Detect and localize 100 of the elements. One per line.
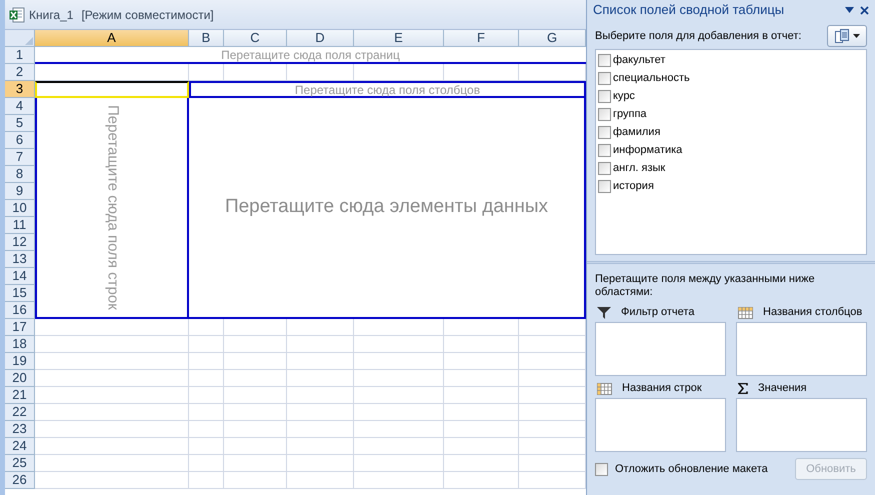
table-cell: [287, 387, 354, 404]
row-header[interactable]: 19: [5, 353, 35, 370]
field-name[interactable]: специальность: [613, 70, 690, 86]
fields-prompt: Выберите поля для добавления в отчет:: [595, 28, 802, 44]
corner-triangle-icon: [25, 37, 33, 45]
row-header[interactable]: 17: [5, 319, 35, 336]
table-cell: [189, 472, 224, 489]
field-checkbox[interactable]: [598, 90, 611, 102]
table-cell: [189, 353, 224, 370]
close-icon[interactable]: [860, 6, 869, 14]
table-cell: [224, 387, 287, 404]
area-drop-box[interactable]: [595, 322, 726, 376]
field-name[interactable]: история: [613, 178, 654, 194]
table-cell: [189, 370, 224, 387]
field-checkbox[interactable]: [598, 180, 611, 192]
layout-options-button[interactable]: [827, 25, 867, 47]
table-cell: [287, 336, 354, 353]
row-header[interactable]: 7: [5, 149, 35, 166]
table-cell: [224, 421, 287, 438]
column-header[interactable]: A: [35, 30, 189, 47]
field-name[interactable]: группа: [613, 106, 647, 122]
area-drop-box[interactable]: [595, 398, 726, 452]
field-name[interactable]: информатика: [613, 142, 682, 158]
table-cell: [224, 472, 287, 489]
row-header[interactable]: 1: [5, 47, 35, 64]
row-header[interactable]: 21: [5, 387, 35, 404]
page-fields-drop-zone: Перетащите сюда поля страниц: [35, 47, 586, 64]
row-header[interactable]: 10: [5, 200, 35, 217]
data-items-drop-zone: Перетащите сюда элементы данных: [189, 98, 586, 319]
table-cell: [189, 387, 224, 404]
table-cell: [287, 421, 354, 438]
row-header[interactable]: 11: [5, 217, 35, 234]
row-header[interactable]: 6: [5, 132, 35, 149]
field-checkbox[interactable]: [598, 108, 611, 120]
field-checkbox[interactable]: [598, 144, 611, 156]
row-header[interactable]: 24: [5, 438, 35, 455]
row-header[interactable]: 15: [5, 285, 35, 302]
field-name[interactable]: факультет: [613, 52, 666, 68]
column-header[interactable]: E: [354, 30, 444, 47]
workbook-title: Книга_1: [29, 6, 74, 24]
area-label: Значения: [758, 381, 807, 396]
field-name[interactable]: фамилия: [613, 124, 660, 140]
table-cell: [287, 370, 354, 387]
defer-checkbox[interactable]: [595, 462, 608, 476]
table-cell: [224, 336, 287, 353]
row-header[interactable]: 26: [5, 472, 35, 489]
table-cell: [287, 455, 354, 472]
row-header[interactable]: 18: [5, 336, 35, 353]
area-drop-box[interactable]: [736, 398, 867, 452]
column-header[interactable]: C: [224, 30, 287, 47]
row-header[interactable]: 12: [5, 234, 35, 251]
table-cell: [189, 404, 224, 421]
row-header[interactable]: 20: [5, 370, 35, 387]
table-cell: [224, 438, 287, 455]
field-checkbox[interactable]: [598, 162, 611, 174]
dropdown-caret-icon[interactable]: [845, 7, 854, 13]
column-header[interactable]: F: [444, 30, 519, 47]
field-checkbox[interactable]: [598, 54, 611, 66]
table-cell: [287, 438, 354, 455]
field-layout-icon: [834, 29, 848, 43]
row-header[interactable]: 13: [5, 251, 35, 268]
table-cell: [287, 353, 354, 370]
area-drop-box[interactable]: [736, 322, 867, 376]
field-name[interactable]: курс: [613, 88, 635, 104]
area-label: Фильтр отчета: [621, 305, 694, 320]
spreadsheet-file-icon: [9, 6, 25, 22]
row-header[interactable]: 25: [5, 455, 35, 472]
row-header[interactable]: 8: [5, 166, 35, 183]
table-cell: [189, 336, 224, 353]
table-cell: [287, 472, 354, 489]
select-all-corner[interactable]: [5, 30, 35, 47]
caret-icon: [852, 34, 860, 38]
drag-hint: Перетащите поля между указанными ниже областями:: [595, 273, 816, 299]
row-header[interactable]: 4: [5, 98, 35, 115]
defer-update-label[interactable]: Отложить обновление макета: [615, 460, 768, 478]
row-header[interactable]: 23: [5, 421, 35, 438]
column-fields-drop-zone: Перетащите сюда поля столбцов: [189, 81, 586, 98]
table-cell: [224, 353, 287, 370]
row-header[interactable]: 22: [5, 404, 35, 421]
row-header[interactable]: 3: [5, 81, 35, 98]
selected-cell[interactable]: [35, 81, 189, 98]
field-checkbox[interactable]: [598, 126, 611, 138]
filter-icon: [597, 306, 611, 318]
column-header[interactable]: B: [189, 30, 224, 47]
panel-title: Список полей сводной таблицы: [593, 1, 784, 20]
table-cell: [224, 455, 287, 472]
column-header[interactable]: D: [287, 30, 354, 47]
row-header[interactable]: 14: [5, 268, 35, 285]
row-header[interactable]: 16: [5, 302, 35, 319]
field-name[interactable]: англ. язык: [613, 160, 666, 176]
row-header[interactable]: 9: [5, 183, 35, 200]
table-grid-icon: [597, 382, 612, 394]
table-cell: [224, 370, 287, 387]
compatibility-mode: [Режим совместимости]: [81, 6, 214, 24]
row-header[interactable]: 2: [5, 64, 35, 81]
row-fields-hint: Перетащите сюда поля строк: [103, 105, 122, 310]
sigma-icon: [738, 383, 748, 394]
field-checkbox[interactable]: [598, 72, 611, 84]
column-header[interactable]: G: [519, 30, 586, 47]
row-header[interactable]: 5: [5, 115, 35, 132]
